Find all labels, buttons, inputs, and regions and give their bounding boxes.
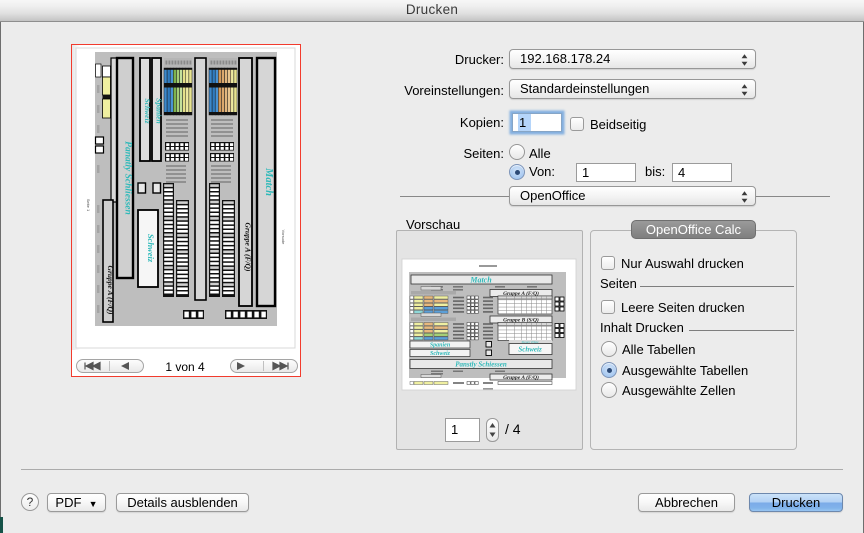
svg-text:Gruppe A (F/Q): Gruppe A (F/Q) xyxy=(503,374,539,381)
svg-text:Spanien: Spanien xyxy=(430,343,451,349)
svg-text:Gruppe A (F/Q): Gruppe A (F/Q) xyxy=(244,223,253,272)
svg-text:Panstly Schiessen: Panstly Schiessen xyxy=(455,361,507,369)
svg-text:Seite 1: Seite 1 xyxy=(86,199,91,212)
svg-text:Schweiz: Schweiz xyxy=(518,346,542,354)
svg-text:Gruppe A (F/Q): Gruppe A (F/Q) xyxy=(106,266,115,315)
svg-text:Schweiz: Schweiz xyxy=(146,234,156,263)
svg-text:Spanien: Spanien xyxy=(155,98,164,123)
svg-text:Panatly Schliessen: Panatly Schliessen xyxy=(123,141,133,215)
svg-text:Schweiz: Schweiz xyxy=(430,351,451,357)
svg-text:Schweiz: Schweiz xyxy=(143,98,152,123)
svg-text:Match: Match xyxy=(469,276,492,285)
svg-text:Match: Match xyxy=(263,167,274,196)
svg-text:Vorsude: Vorsude xyxy=(281,230,286,245)
